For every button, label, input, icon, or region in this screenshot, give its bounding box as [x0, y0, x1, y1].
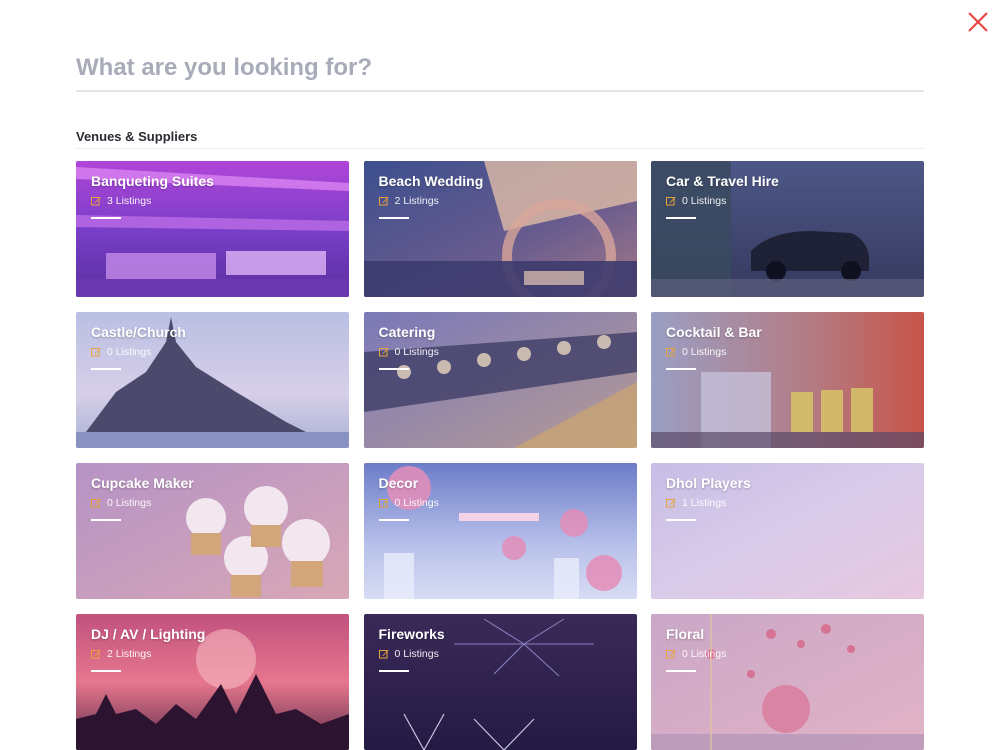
card-underline — [91, 519, 121, 521]
card-count-text: 0 Listings — [682, 346, 727, 358]
card-title: Catering — [378, 324, 436, 340]
category-card-fireworks[interactable]: Fireworks 0 Listings — [363, 614, 637, 750]
card-title: Cocktail & Bar — [666, 324, 762, 340]
card-title: Castle/Church — [91, 324, 186, 340]
category-card-floral[interactable]: Floral 0 Listings — [651, 614, 924, 750]
card-listing-count: 3 Listings — [91, 195, 151, 207]
edit-icon — [666, 196, 676, 206]
card-underline — [378, 368, 409, 370]
category-card-car-travel-hire[interactable]: Car & Travel Hire 0 Listings — [651, 161, 924, 297]
category-card-dhol-players[interactable]: Dhol Players 1 Listings — [651, 463, 924, 599]
category-card-cocktail-bar[interactable]: Cocktail & Bar 0 Listings — [651, 312, 924, 448]
card-count-text: 0 Listings — [682, 648, 727, 660]
card-count-text: 2 Listings — [394, 195, 439, 207]
category-card-catering[interactable]: Catering 0 Listings — [363, 312, 637, 448]
card-underline — [378, 217, 409, 219]
card-underline — [666, 519, 696, 521]
card-listing-count: 2 Listings — [91, 648, 151, 660]
card-title: DJ / AV / Lighting — [91, 626, 206, 642]
edit-icon — [378, 649, 389, 659]
card-count-text: 3 Listings — [107, 195, 152, 207]
card-listing-count: 2 Listings — [378, 195, 439, 207]
card-title: Cupcake Maker — [91, 475, 194, 491]
card-listing-count: 0 Listings — [378, 648, 439, 660]
card-title: Car & Travel Hire — [666, 173, 779, 189]
close-icon — [968, 12, 988, 32]
category-grid: Banqueting Suites 3 Listings Beach Weddi… — [76, 161, 924, 750]
card-listing-count: 0 Listings — [91, 497, 151, 509]
search-input[interactable] — [76, 48, 924, 88]
card-count-text: 2 Listings — [107, 648, 152, 660]
card-count-text: 1 Listings — [682, 497, 727, 509]
card-title: Fireworks — [378, 626, 445, 642]
edit-icon — [378, 347, 389, 357]
category-card-cupcake-maker[interactable]: Cupcake Maker 0 Listings — [76, 463, 349, 599]
category-card-beach-wedding[interactable]: Beach Wedding 2 Listings — [363, 161, 637, 297]
card-underline — [91, 217, 121, 219]
card-listing-count: 0 Listings — [378, 346, 439, 358]
edit-icon — [91, 196, 101, 206]
section-divider — [76, 148, 924, 149]
card-underline — [91, 368, 121, 370]
card-underline — [666, 670, 696, 672]
edit-icon — [91, 498, 101, 508]
category-card-dj-av-lighting[interactable]: DJ / AV / Lighting 2 Listings — [76, 614, 349, 750]
card-listing-count: 0 Listings — [91, 346, 151, 358]
card-listing-count: 0 Listings — [666, 195, 726, 207]
edit-icon — [666, 347, 676, 357]
card-title: Beach Wedding — [378, 173, 484, 189]
card-listing-count: 0 Listings — [378, 497, 439, 509]
search-bar — [76, 48, 924, 92]
card-underline — [378, 670, 409, 672]
card-count-text: 0 Listings — [107, 346, 152, 358]
card-title: Decor — [378, 475, 419, 491]
card-listing-count: 0 Listings — [666, 346, 726, 358]
card-underline — [91, 670, 121, 672]
card-count-text: 0 Listings — [682, 195, 727, 207]
edit-icon — [91, 649, 101, 659]
card-count-text: 0 Listings — [107, 497, 152, 509]
edit-icon — [666, 498, 676, 508]
card-title: Banqueting Suites — [91, 173, 214, 189]
card-count-text: 0 Listings — [394, 346, 439, 358]
edit-icon — [378, 498, 389, 508]
category-card-decor[interactable]: Decor 0 Listings — [363, 463, 637, 599]
card-title: Floral — [666, 626, 705, 642]
card-count-text: 0 Listings — [394, 648, 439, 660]
card-count-text: 0 Listings — [394, 497, 439, 509]
section-title: Venues & Suppliers — [76, 129, 198, 144]
edit-icon — [91, 347, 101, 357]
edit-icon — [666, 649, 676, 659]
card-listing-count: 1 Listings — [666, 497, 726, 509]
edit-icon — [378, 196, 389, 206]
card-title: Dhol Players — [666, 475, 751, 491]
card-underline — [378, 519, 409, 521]
card-underline — [666, 217, 696, 219]
category-card-banqueting-suites[interactable]: Banqueting Suites 3 Listings — [76, 161, 349, 297]
category-card-castle-church[interactable]: Castle/Church 0 Listings — [76, 312, 349, 448]
card-underline — [666, 368, 696, 370]
close-button[interactable] — [962, 6, 994, 38]
card-listing-count: 0 Listings — [666, 648, 726, 660]
